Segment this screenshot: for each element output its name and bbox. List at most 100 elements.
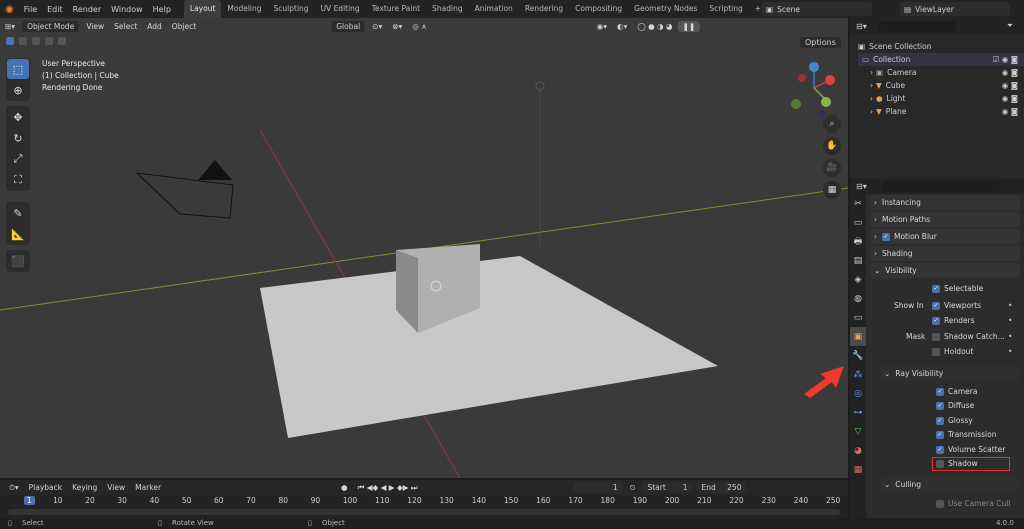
cursor-icon[interactable]: ⊕ — [7, 80, 29, 100]
modifier-tab-icon[interactable]: 🔧 — [850, 346, 866, 365]
options-dropdown[interactable]: Options — [800, 37, 841, 48]
tab-texture-paint[interactable]: Texture Paint — [366, 0, 426, 18]
ray-visibility-panel[interactable]: ⌄ Ray Visibility — [880, 366, 1020, 381]
properties-search-input[interactable] — [880, 180, 1001, 192]
timeline-view-menu[interactable]: View — [102, 482, 130, 493]
tab-rendering[interactable]: Rendering — [519, 0, 569, 18]
outliner-type-icon[interactable]: ⊟▾ — [856, 22, 867, 31]
snap-icon[interactable]: ⊗▾ — [387, 21, 407, 32]
visibility-icon[interactable]: ◉▾ — [592, 21, 612, 32]
outliner-item-light[interactable]: › ● Light ◉ ◙ — [858, 92, 1024, 105]
object-tab-icon[interactable]: ▣ — [850, 327, 866, 346]
view-layer-tab-icon[interactable]: ▤ — [850, 251, 866, 270]
scale-icon[interactable]: ⤢ — [7, 149, 29, 169]
menu-window[interactable]: Window — [106, 5, 148, 14]
mode-selector[interactable]: Object Mode — [22, 20, 80, 32]
viewport-menu-add[interactable]: Add — [142, 21, 167, 32]
transform-orientation[interactable]: Global — [331, 20, 366, 32]
world-tab-icon[interactable]: ◍ — [850, 289, 866, 308]
filter-icon[interactable]: ⏷ — [1007, 21, 1013, 31]
output-tab-icon[interactable]: 🖶 — [850, 232, 866, 251]
scene-selector[interactable]: ▣ Scene — [762, 2, 872, 16]
keying-menu[interactable]: Keying — [67, 482, 102, 493]
outliner-search-input[interactable] — [876, 20, 957, 32]
rotate-icon[interactable]: ↻ — [7, 128, 29, 148]
ray-volume-scatter-checkbox[interactable]: ✓ Volume Scatter — [936, 445, 1024, 454]
ray-diffuse-checkbox[interactable]: ✓ Diffuse — [936, 401, 1024, 410]
shading-icons[interactable]: ◯ ● ◑ ◕ — [632, 21, 677, 32]
start-frame-field[interactable]: Start 1 — [642, 482, 693, 493]
collection-checkbox-icon[interactable]: ☑ ◉ ◙ — [993, 55, 1018, 64]
visibility-render-icons[interactable]: ◉ ◙ — [1002, 107, 1018, 116]
visibility-panel[interactable]: ⌄ Visibility — [870, 263, 1020, 278]
tab-layout[interactable]: Layout — [183, 0, 222, 18]
move-icon[interactable]: ✥ — [7, 107, 29, 127]
scene-collection-row[interactable]: ▣ Scene Collection — [858, 40, 1024, 53]
ray-glossy-checkbox[interactable]: ✓ Glossy — [936, 416, 1024, 425]
annotate-icon[interactable]: ✎ — [7, 203, 29, 223]
particles-tab-icon[interactable]: ⁂ — [850, 365, 866, 384]
tab-uv-editing[interactable]: UV Editing — [315, 0, 366, 18]
select-new-icon[interactable] — [6, 37, 14, 45]
toggle-sidebar-icon[interactable]: ❚❚ — [677, 20, 701, 32]
use-camera-cull-checkbox[interactable]: Use Camera Cull — [936, 499, 1024, 508]
tool-tab-icon[interactable]: ✂ — [850, 194, 866, 213]
3d-viewport[interactable]: ⊞▾ Object Mode View Select Add Object Gl… — [0, 18, 848, 478]
motion-blur-panel[interactable]: › ✓ Motion Blur — [870, 229, 1020, 244]
viewport-menu-view[interactable]: View — [81, 21, 109, 32]
perspective-toggle-icon[interactable]: ▦ — [823, 181, 841, 199]
outliner-item-camera[interactable]: › ▣ Camera ◉ ◙ — [858, 66, 1024, 79]
viewport-menu-select[interactable]: Select — [109, 21, 142, 32]
visibility-render-icons[interactable]: ◉ ◙ — [1002, 94, 1018, 103]
visibility-render-icons[interactable]: ◉ ◙ — [1002, 68, 1018, 77]
render-tab-icon[interactable]: ▭ — [850, 213, 866, 232]
properties-type-icon[interactable]: ⊟▾ — [856, 182, 867, 191]
tab-shading[interactable]: Shading — [426, 0, 468, 18]
select-subtract-icon[interactable] — [32, 37, 40, 45]
select-intersect-icon[interactable] — [58, 37, 66, 45]
navigation-gizmo[interactable] — [786, 58, 842, 120]
constraints-tab-icon[interactable]: ⊶ — [850, 403, 866, 422]
viewports-checkbox[interactable]: ✓ Viewports • — [932, 301, 1024, 310]
playback-controls-icon[interactable]: ⏮ ◀◆ ◀ ▶ ◆▶ ⏭ — [353, 482, 423, 494]
pan-icon[interactable]: ✋ — [823, 137, 841, 155]
ray-camera-checkbox[interactable]: ✓ Camera — [936, 387, 1024, 396]
tab-sculpting[interactable]: Sculpting — [268, 0, 315, 18]
menu-file[interactable]: File — [19, 5, 42, 14]
collection-row[interactable]: ▭ Collection ☑ ◉ ◙ — [858, 53, 1024, 66]
shading-panel[interactable]: › Shading — [870, 246, 1020, 261]
holdout-checkbox[interactable]: Holdout • — [932, 347, 1024, 356]
culling-panel[interactable]: ⌄ Culling — [880, 477, 1020, 492]
measure-icon[interactable]: 📐 — [7, 224, 29, 244]
motion-paths-panel[interactable]: › Motion Paths — [870, 212, 1020, 227]
select-invert-icon[interactable] — [45, 37, 53, 45]
tab-geometry-nodes[interactable]: Geometry Nodes — [628, 0, 703, 18]
physics-tab-icon[interactable]: ◎ — [850, 384, 866, 403]
material-tab-icon[interactable]: ◕ — [850, 441, 866, 460]
editor-type-icon[interactable]: ⊞▾ — [0, 21, 20, 32]
playback-menu[interactable]: Playback — [24, 482, 67, 493]
timeline-scrollbar[interactable] — [8, 509, 840, 515]
end-frame-field[interactable]: End 250 — [696, 482, 747, 493]
timer-icon[interactable]: ⏲ — [625, 482, 641, 494]
tab-animation[interactable]: Animation — [469, 0, 519, 18]
data-tab-icon[interactable]: ▽ — [850, 422, 866, 441]
motion-blur-checkbox[interactable]: ✓ — [882, 232, 890, 241]
selectable-checkbox[interactable]: ✓ Selectable — [932, 284, 1024, 293]
overlays-icon[interactable]: ◐▾ — [612, 21, 632, 32]
zoom-icon[interactable]: ⌕ — [823, 115, 841, 133]
current-frame-marker[interactable]: 1 — [24, 496, 35, 505]
ray-transmission-checkbox[interactable]: ✓ Transmission — [936, 430, 1024, 439]
frame-ruler[interactable]: 1 10 20 30 40 50 60 70 80 90 100 110 120 130 140 150 160… — [0, 495, 848, 507]
current-frame-field[interactable]: 1 — [572, 482, 623, 493]
timeline-type-icon[interactable]: ⏱▾ — [4, 482, 24, 494]
add-cube-icon[interactable]: ⬛ — [7, 251, 29, 271]
transform-icon[interactable]: ⛶ — [7, 170, 29, 190]
menu-render[interactable]: Render — [68, 5, 106, 14]
outliner-item-plane[interactable]: › ▼ Plane ◉ ◙ — [858, 105, 1024, 118]
tab-modeling[interactable]: Modeling — [221, 0, 267, 18]
tab-compositing[interactable]: Compositing — [569, 0, 628, 18]
viewport-menu-object[interactable]: Object — [167, 21, 201, 32]
shadow-catcher-checkbox[interactable]: Shadow Catch... • — [932, 332, 1024, 341]
blender-logo-icon[interactable]: ◉ — [0, 4, 19, 15]
